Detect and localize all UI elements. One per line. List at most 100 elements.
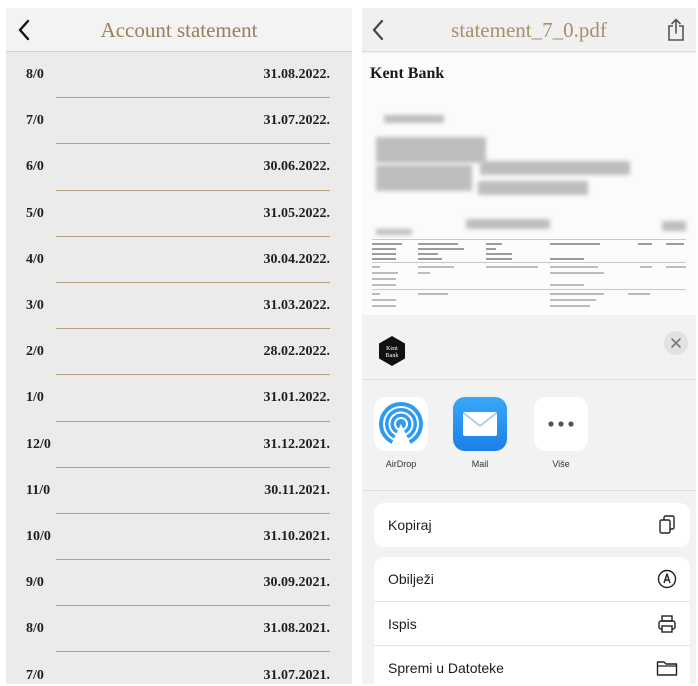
redacted-block <box>480 161 630 175</box>
share-app-airdrop[interactable]: AirDrop <box>374 397 428 469</box>
table-text <box>372 253 396 255</box>
svg-text:Kent: Kent <box>386 346 398 352</box>
pdf-preview[interactable]: Kent Bank <box>362 53 696 315</box>
table-text <box>550 299 596 301</box>
statement-date: 30.11.2021. <box>264 482 330 498</box>
table-text <box>372 299 396 301</box>
table-text <box>372 305 396 307</box>
statement-row[interactable]: 2/0 28.02.2022. <box>6 329 352 376</box>
pdf-bank-name: Kent Bank <box>370 65 445 82</box>
app-label: Mail <box>471 459 489 469</box>
table-text <box>550 272 604 274</box>
account-statement-screen: Account statement 8/0 31.08.2022. 7/0 31… <box>6 8 352 684</box>
statement-number: 4/0 <box>26 251 44 267</box>
nav-bar: statement_7_0.pdf <box>362 8 696 52</box>
table-text <box>486 243 502 245</box>
close-button[interactable] <box>664 331 688 355</box>
table-text <box>418 258 442 260</box>
share-app-mail[interactable]: Mail <box>453 397 507 469</box>
table-text <box>486 266 538 268</box>
statement-row[interactable]: 8/0 31.08.2022. <box>6 52 352 99</box>
statement-date: 31.03.2022. <box>263 298 331 314</box>
close-icon <box>671 338 681 348</box>
table-text <box>372 272 398 274</box>
kent-bank-logo: Kent Bank <box>376 335 408 367</box>
redacted-block <box>466 219 550 229</box>
statement-row[interactable]: 9/0 30.09.2021. <box>6 560 352 607</box>
statement-row[interactable]: 4/0 30.04.2022. <box>6 237 352 284</box>
statement-number: 11/0 <box>26 482 51 498</box>
action-label: Spremi u Datoteke <box>388 659 504 676</box>
statement-list: 8/0 31.08.2022. 7/0 31.07.2022. 6/0 30.0… <box>6 52 352 684</box>
redacted-block <box>384 115 444 123</box>
table-text <box>550 266 598 268</box>
statement-row[interactable]: 1/0 31.01.2022. <box>6 375 352 422</box>
statement-date: 31.01.2022. <box>263 390 331 406</box>
statement-number: 10/0 <box>26 528 51 544</box>
action-label: Kopiraj <box>388 517 432 533</box>
statement-row[interactable]: 7/0 31.07.2022. <box>6 98 352 145</box>
page-title: Account statement <box>100 18 258 42</box>
statement-row[interactable]: 7/0 31.07.2021. <box>6 652 352 684</box>
redacted-block <box>376 137 486 163</box>
pdf-share-screen: statement_7_0.pdf Kent Bank Kent Bank Ai… <box>362 8 696 684</box>
table-text <box>486 253 512 255</box>
nav-bar: Account statement <box>6 8 352 52</box>
svg-text:Bank: Bank <box>386 353 399 359</box>
statement-number: 5/0 <box>26 205 44 221</box>
redacted-block <box>376 165 472 191</box>
table-text <box>638 243 652 245</box>
table-text <box>372 284 396 286</box>
table-text <box>486 248 496 250</box>
table-text <box>372 293 380 295</box>
table-divider <box>372 262 686 263</box>
copy-icon <box>656 514 678 536</box>
redacted-block <box>376 229 412 235</box>
share-icon <box>668 18 684 41</box>
table-text <box>550 305 590 307</box>
statement-row[interactable]: 8/0 31.08.2021. <box>6 606 352 653</box>
statement-row[interactable]: 10/0 31.10.2021. <box>6 514 352 561</box>
statement-row[interactable]: 6/0 30.06.2022. <box>6 144 352 191</box>
statement-date: 31.12.2021. <box>263 436 331 452</box>
table-text <box>486 258 512 260</box>
share-app-more[interactable]: Više <box>534 397 588 469</box>
action-markup[interactable]: Obilježi <box>374 557 690 601</box>
table-text <box>550 243 600 245</box>
share-button[interactable] <box>662 16 690 44</box>
statement-date: 30.06.2022. <box>263 159 331 175</box>
table-text <box>418 293 448 295</box>
app-label: AirDrop <box>385 459 417 469</box>
statement-date: 31.05.2022. <box>263 205 331 221</box>
share-sheet: Kent Bank AirDrop Mail Više Kopiraj Obil… <box>362 315 696 684</box>
redacted-block <box>478 181 588 195</box>
folder-icon <box>656 657 678 679</box>
action-label: Obilježi <box>388 571 434 587</box>
statement-number: 7/0 <box>26 113 44 129</box>
statement-number: 3/0 <box>26 298 44 314</box>
statement-number: 6/0 <box>26 159 44 175</box>
statement-row[interactable]: 5/0 31.05.2022. <box>6 191 352 237</box>
table-text <box>418 266 454 268</box>
more-icon <box>534 397 588 451</box>
statement-row[interactable]: 3/0 31.03.2022. <box>6 283 352 330</box>
statement-date: 30.04.2022. <box>263 251 331 267</box>
statement-number: 12/0 <box>26 436 51 452</box>
statement-row[interactable]: 12/0 31.12.2021. <box>6 422 352 468</box>
table-text <box>628 293 650 295</box>
table-text <box>550 258 584 260</box>
statement-row[interactable]: 11/0 30.11.2021. <box>6 468 352 515</box>
print-icon <box>656 613 678 635</box>
statement-number: 8/0 <box>26 67 44 83</box>
action-save-to-files[interactable]: Spremi u Datoteke <box>374 645 690 684</box>
mail-icon <box>453 397 507 451</box>
statement-date: 31.08.2021. <box>263 621 331 637</box>
statement-number: 7/0 <box>26 667 44 683</box>
table-text <box>372 266 380 268</box>
markup-icon <box>656 568 678 590</box>
table-divider <box>372 289 686 290</box>
airdrop-icon <box>374 397 428 451</box>
action-group-more: Obilježi Ispis Spremi u Datoteke <box>374 557 690 684</box>
action-print[interactable]: Ispis <box>374 601 690 645</box>
action-copy[interactable]: Kopiraj <box>374 503 690 547</box>
